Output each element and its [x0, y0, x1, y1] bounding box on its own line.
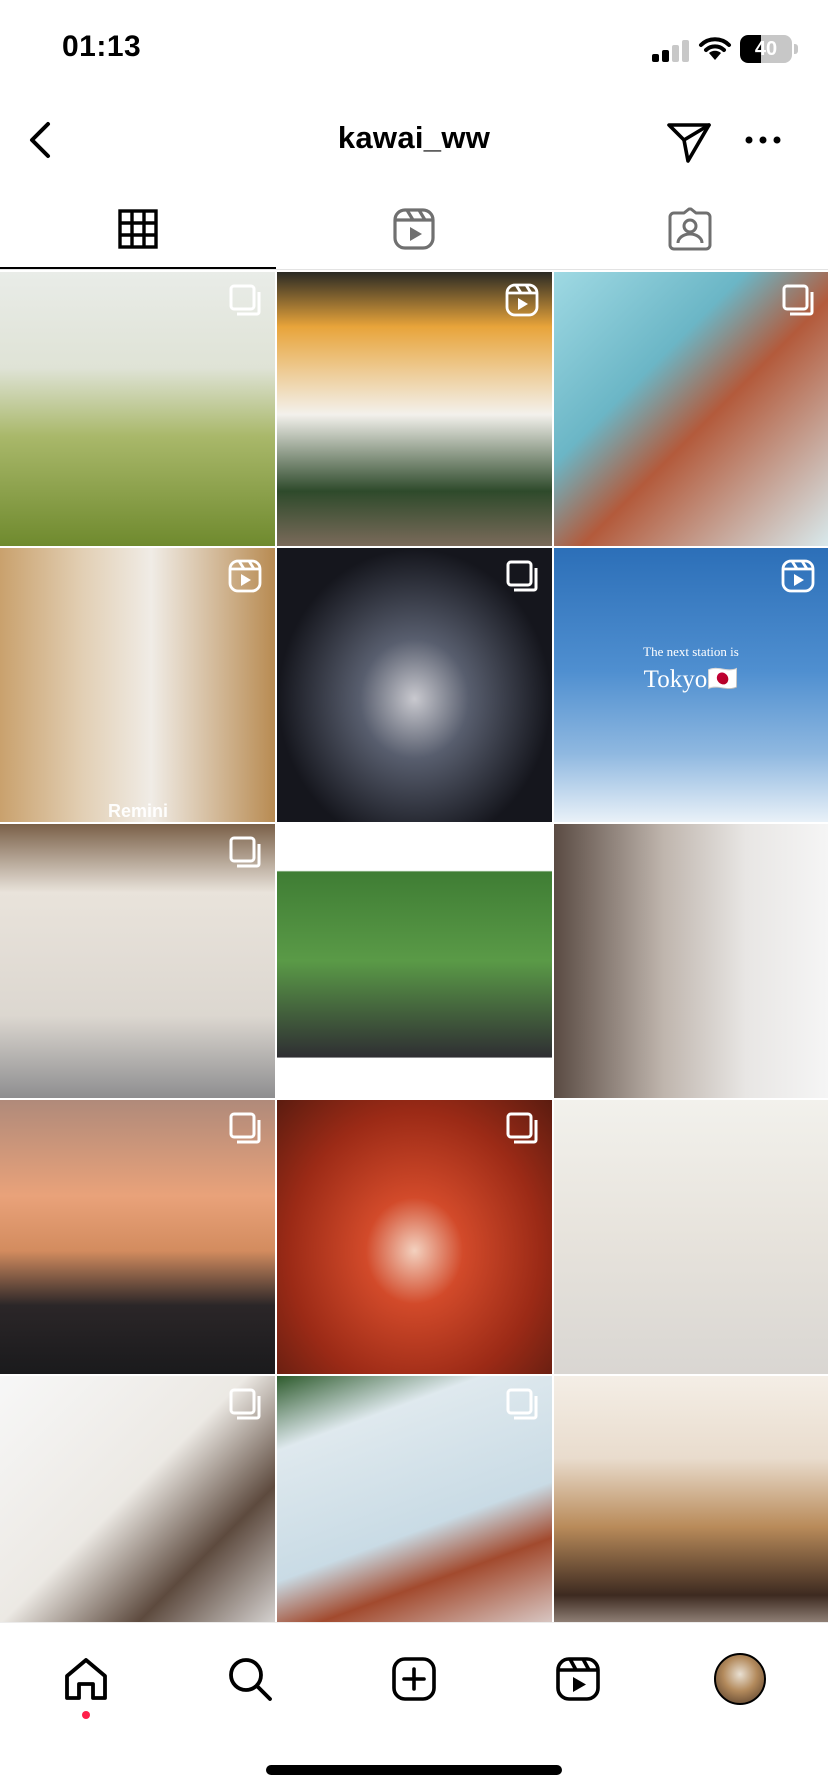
- reels-icon: [228, 559, 262, 593]
- tagged-person-icon: [668, 207, 712, 251]
- remini-watermark: Remini: [108, 801, 169, 821]
- notification-dot: [82, 1711, 90, 1719]
- multi-post-icon: [506, 836, 538, 868]
- post-tile[interactable]: [277, 1376, 552, 1622]
- home-icon: [65, 1658, 107, 1700]
- post-tile[interactable]: [277, 1100, 552, 1374]
- cellular-signal-icon: [652, 40, 692, 62]
- tab-posts[interactable]: [0, 188, 276, 270]
- battery-cap: [794, 44, 798, 54]
- battery-level: 40: [754, 38, 778, 60]
- post-tile[interactable]: [277, 824, 552, 1098]
- search-icon: [229, 1658, 272, 1701]
- nav-search[interactable]: [220, 1649, 280, 1709]
- post-tile[interactable]: [554, 824, 828, 1098]
- posts-grid: Remini The next station is Tokyo🇯🇵: [0, 272, 828, 1622]
- grid-icon: [118, 209, 158, 249]
- multi-post-icon: [506, 560, 538, 592]
- nav-home[interactable]: [56, 1649, 116, 1709]
- status-bar: 01:13 40: [0, 0, 828, 100]
- multi-post-icon: [229, 284, 261, 316]
- post-tile[interactable]: [554, 1376, 828, 1622]
- paper-plane-icon[interactable]: [664, 116, 714, 166]
- tabs-divider: [0, 269, 828, 270]
- nav-reels[interactable]: [548, 1649, 608, 1709]
- profile-avatar[interactable]: [714, 1653, 766, 1705]
- post-tile[interactable]: [0, 1100, 275, 1374]
- add-square-icon: [392, 1657, 436, 1701]
- reels-icon: [393, 208, 435, 250]
- multi-post-icon: [229, 1112, 261, 1144]
- nav-create[interactable]: [384, 1649, 444, 1709]
- profile-header: kawai_ww: [0, 100, 828, 188]
- post-tile[interactable]: [0, 824, 275, 1098]
- wifi-icon: [699, 37, 731, 60]
- multi-post-icon: [506, 1388, 538, 1420]
- status-time: 01:13: [62, 30, 142, 63]
- multi-post-icon: [229, 836, 261, 868]
- post-tile[interactable]: Remini: [0, 548, 275, 822]
- multi-post-icon: [782, 284, 814, 316]
- multi-post-icon: [229, 1388, 261, 1420]
- battery-icon: 40: [740, 35, 792, 63]
- more-horizontal-icon[interactable]: [740, 120, 786, 160]
- post-tile[interactable]: [0, 272, 275, 546]
- post-tile[interactable]: [277, 548, 552, 822]
- profile-tabs: [0, 188, 828, 270]
- post-tile[interactable]: [554, 1100, 828, 1374]
- reels-icon: [556, 1657, 600, 1701]
- post-tile[interactable]: The next station is Tokyo🇯🇵: [554, 548, 828, 822]
- multi-post-icon: [506, 1112, 538, 1144]
- post-tile[interactable]: [0, 1376, 275, 1622]
- tab-tagged[interactable]: [552, 188, 828, 270]
- home-indicator: [266, 1765, 562, 1775]
- post-caption-large: Tokyo🇯🇵: [643, 666, 739, 693]
- tab-reels[interactable]: [276, 188, 552, 270]
- post-caption-small: The next station is: [643, 644, 739, 659]
- reels-icon: [505, 283, 539, 317]
- post-tile[interactable]: [277, 272, 552, 546]
- bottom-navigation: [0, 1622, 828, 1792]
- reels-icon: [781, 559, 815, 593]
- post-tile[interactable]: [554, 272, 828, 546]
